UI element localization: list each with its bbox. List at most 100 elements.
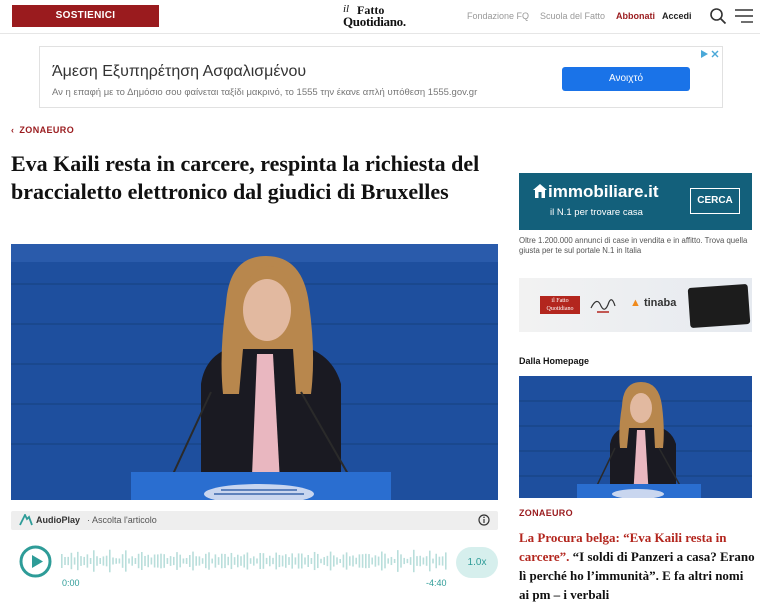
waveform-bar xyxy=(400,554,402,568)
waveform-bar xyxy=(294,557,297,565)
waveform-bar xyxy=(381,551,383,571)
playback-speed-button[interactable]: 1.0x xyxy=(456,547,498,578)
waveform-bar xyxy=(310,558,313,564)
waveform-bar xyxy=(89,557,92,565)
waveform-bar xyxy=(265,557,268,565)
waveform-bar xyxy=(397,550,399,572)
waveform-bar xyxy=(176,552,178,570)
waveform-bar xyxy=(67,556,69,566)
waveform-bar xyxy=(201,558,204,564)
ad-banner[interactable]: Άμεση Εξυπηρέτηση Ασφαλισμένου Αν η επαφ… xyxy=(39,46,723,108)
immobiliare-ad[interactable]: immobiliare.it il N.1 per trovare casa C… xyxy=(519,173,752,230)
waveform-bar xyxy=(272,557,274,565)
waveform-bar xyxy=(288,557,290,565)
waveform-bar xyxy=(93,550,95,572)
waveform-bar xyxy=(435,553,437,569)
waveform-bar xyxy=(317,553,319,569)
nav-abbonati[interactable]: Abbonati xyxy=(616,11,655,21)
waveform-bar xyxy=(157,554,159,568)
waveform-bar xyxy=(179,554,181,568)
waveform-bar xyxy=(438,556,441,566)
audio-waveform[interactable] xyxy=(60,548,448,574)
waveform-bar xyxy=(121,554,124,568)
waveform-bar xyxy=(237,554,239,568)
sidebar-kicker[interactable]: ZONAEURO xyxy=(519,508,573,518)
breadcrumb[interactable]: ‹ ZONAEURO xyxy=(11,125,74,135)
waveform-bar xyxy=(217,557,220,565)
waveform-bar xyxy=(169,556,172,566)
ad-open-button[interactable]: Ανοιχτό xyxy=(562,67,690,91)
logo-line-3: Quotidiano. xyxy=(343,14,406,29)
play-icon[interactable] xyxy=(19,545,52,578)
waveform-bar xyxy=(365,553,367,569)
audioplay-logo-icon xyxy=(19,514,33,526)
waveform-bar xyxy=(112,557,114,565)
cerca-button[interactable]: CERCA xyxy=(690,188,740,214)
fatto-mini-logo: il Fatto Quotidiano xyxy=(540,296,580,314)
waveform-bar xyxy=(211,558,213,564)
waveform-bar xyxy=(361,554,364,568)
site-header: SOSTIENICI il Fatto Quotidiano. Fondazio… xyxy=(0,0,760,34)
waveform-bar xyxy=(160,553,162,569)
support-button[interactable]: SOSTIENICI xyxy=(12,5,159,27)
info-icon[interactable] xyxy=(478,514,490,526)
waveform-bar xyxy=(419,555,421,567)
waveform-bar xyxy=(163,554,165,568)
waveform-bar xyxy=(246,552,249,570)
nav-fondazione-fq[interactable]: Fondazione FQ xyxy=(467,11,529,21)
waveform-bar xyxy=(153,554,156,568)
waveform-bar xyxy=(83,556,85,566)
waveform-bar xyxy=(134,558,137,564)
waveform-bar xyxy=(173,556,175,566)
waveform-bar xyxy=(336,557,338,565)
waveform-bar xyxy=(208,552,210,570)
waveform-bar xyxy=(249,558,252,564)
audio-brand: AudioPlay xyxy=(36,515,81,525)
hamburger-menu-icon[interactable] xyxy=(735,9,753,23)
credit-card-image xyxy=(687,283,751,329)
waveform-bar xyxy=(73,557,76,565)
waveform-bar xyxy=(109,549,111,573)
waveform-bar xyxy=(409,557,412,565)
waveform-bar xyxy=(77,551,79,571)
waveform-bar xyxy=(64,556,66,566)
breadcrumb-label: ZONAEURO xyxy=(19,125,75,135)
waveform-bar xyxy=(422,557,425,565)
ad-subtitle: Αν η επαφή με το Δημόσιο σου φαίνεται τα… xyxy=(52,87,478,98)
waveform-bar xyxy=(221,553,223,569)
waveform-bar xyxy=(285,554,287,568)
waveform-bar xyxy=(326,555,329,567)
tinaba-brand: ▲ tinaba xyxy=(630,297,676,309)
waveform-bar xyxy=(262,553,265,569)
homepage-photo[interactable] xyxy=(519,376,752,498)
article-photo xyxy=(11,244,498,500)
ad-choices-icon[interactable] xyxy=(700,49,720,59)
audio-subtitle: · Ascolta l'articolo xyxy=(87,515,157,525)
waveform-bar xyxy=(214,554,217,568)
waveform-bar xyxy=(281,555,284,567)
waveform-bar xyxy=(230,552,233,570)
waveform-bar xyxy=(185,558,188,564)
waveform-bar xyxy=(105,555,108,567)
waveform-bar xyxy=(333,555,335,567)
waveform-bar xyxy=(291,553,293,569)
waveform-bar xyxy=(86,554,89,568)
waveform-bar xyxy=(182,558,185,564)
waveform-bar xyxy=(233,557,236,565)
waveform-bar xyxy=(253,556,255,566)
waveform-bar xyxy=(304,557,306,565)
waveform-bar xyxy=(387,558,389,564)
site-logo[interactable]: il Fatto Quotidiano. xyxy=(343,3,421,29)
waveform-bar xyxy=(307,555,309,567)
waveform-bar xyxy=(259,552,261,570)
immobiliare-caption: Oltre 1.200.000 annunci di case in vendi… xyxy=(519,236,748,255)
nav-scuola-del-fatto[interactable]: Scuola del Fatto xyxy=(540,11,605,21)
waveform-bar xyxy=(224,553,226,569)
waveform-bar xyxy=(368,554,370,568)
nav-accedi[interactable]: Accedi xyxy=(662,11,692,21)
waveform-bar xyxy=(80,556,82,566)
search-icon[interactable] xyxy=(709,7,727,25)
tinaba-ad[interactable]: il Fatto Quotidiano ▲ tinaba xyxy=(519,278,752,332)
waveform-bar xyxy=(425,556,428,566)
sidebar-headline-link[interactable]: La Procura belga: “Eva Kaili resta in ca… xyxy=(519,528,755,604)
